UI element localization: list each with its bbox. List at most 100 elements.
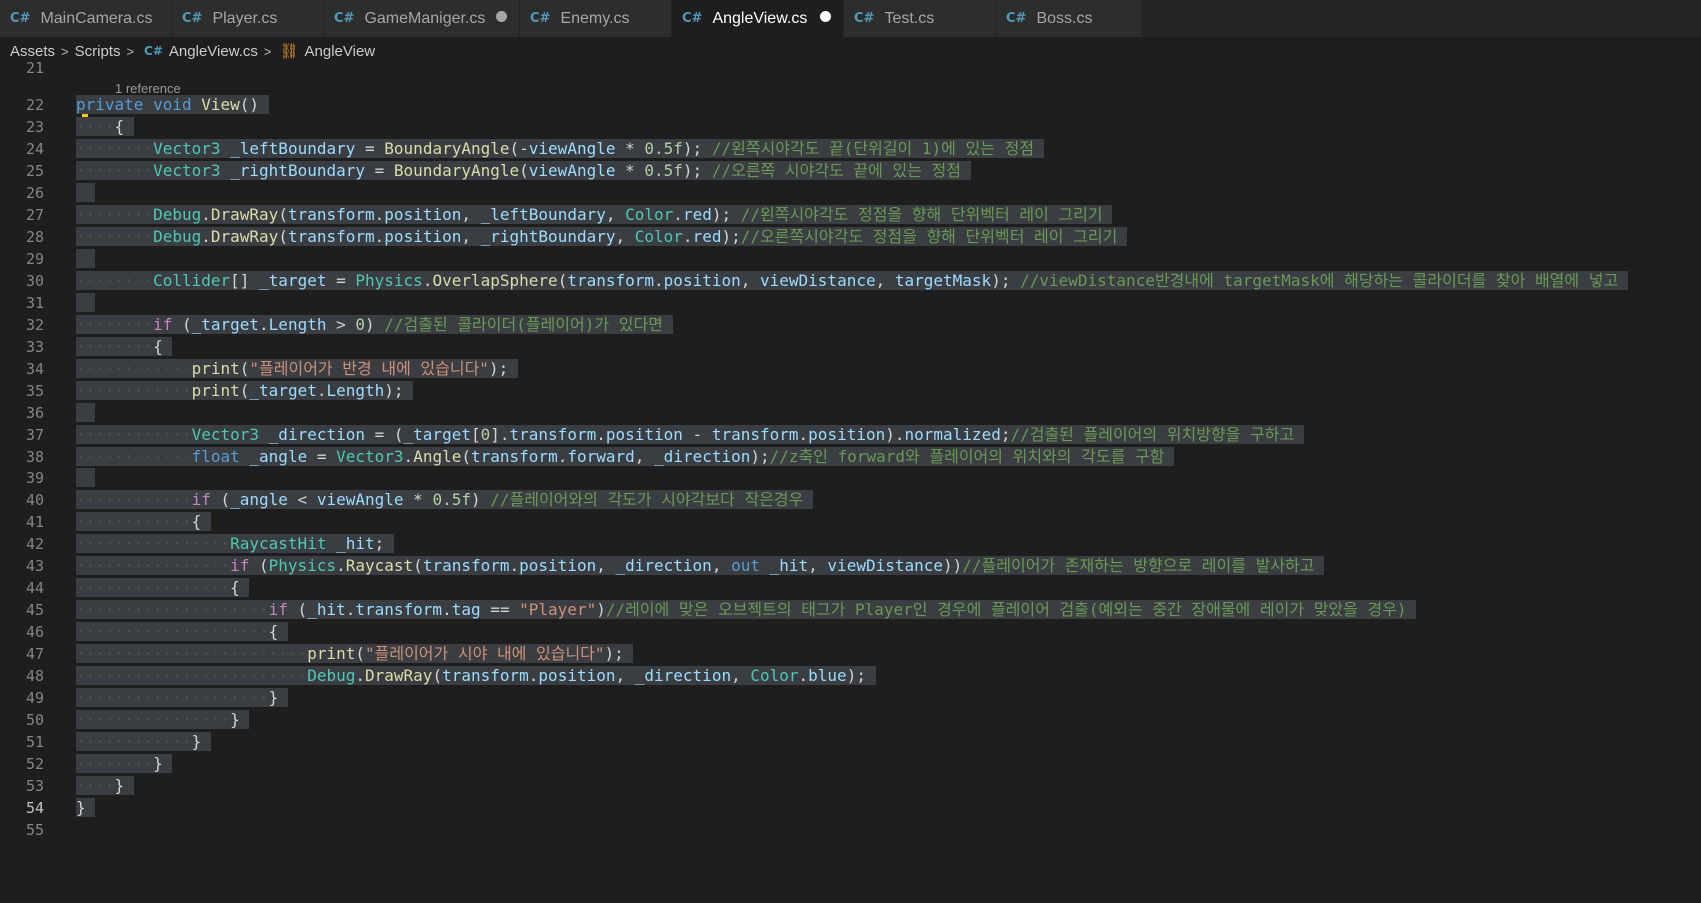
csharp-icon: C# [530, 11, 551, 26]
code-line[interactable]: ········Collider[] _target = Physics.Ove… [76, 270, 1628, 292]
line-number: 37 [25, 425, 44, 444]
line-number: 35 [25, 381, 44, 400]
code-line[interactable]: ····} [76, 775, 134, 797]
line-number: 49 [25, 689, 44, 708]
line-number: 42 [25, 535, 44, 554]
tab-label: Player.cs [212, 9, 278, 27]
code-line[interactable]: ················RaycastHit _hit; [76, 533, 394, 555]
code-line[interactable]: ········{ [76, 336, 173, 358]
line-number: 28 [25, 227, 44, 246]
code-line[interactable]: ························Debug.DrawRay(tr… [76, 665, 876, 687]
tab-test-cs[interactable]: C# Test.cs [844, 0, 996, 37]
line-number: 32 [25, 315, 44, 334]
line-number: 50 [25, 711, 44, 730]
tab-label: Boss.cs [1036, 9, 1093, 27]
csharp-icon: C# [182, 11, 203, 26]
tab-label: Enemy.cs [560, 9, 630, 27]
code-line[interactable]: ············{ [76, 511, 211, 533]
code-line[interactable]: ····················} [76, 687, 288, 709]
code-line[interactable]: ············if (_angle < viewAngle * 0.5… [76, 489, 813, 511]
code-line[interactable]: ········Debug.DrawRay(transform.position… [76, 226, 1127, 248]
chevron-right-icon: > [126, 43, 135, 59]
editor-tab-bar: C# MainCamera.cs C# Player.cs C# GameManiger.… [0, 0, 1701, 37]
line-number: 36 [25, 403, 44, 422]
line-number: 21 [25, 59, 44, 77]
code-line[interactable]: ········Vector3 _rightBoundary = Boundar… [76, 160, 971, 182]
line-number: 43 [25, 557, 44, 576]
class-icon: ⛓ [279, 43, 299, 60]
line-number: 33 [25, 337, 44, 356]
code-line[interactable]: ················{ [76, 577, 250, 599]
chevron-right-icon: > [61, 43, 69, 59]
unsaved-dot-icon[interactable] [820, 11, 831, 22]
csharp-icon: C# [854, 11, 875, 26]
code-line[interactable]: ············Vector3 _direction = (_targe… [76, 424, 1304, 446]
code-line[interactable]: ························print("플레이어가 시야 … [76, 643, 634, 665]
code-line[interactable]: ····················if (_hit.transform.t… [76, 599, 1417, 621]
code-line[interactable]: ················} [76, 709, 250, 731]
csharp-icon: C# [10, 11, 31, 26]
line-number: 44 [25, 579, 44, 598]
tab-angleview-cs[interactable]: C# AngleView.cs [672, 0, 844, 37]
line-number: 27 [25, 205, 44, 224]
line-number: 55 [25, 821, 44, 839]
code-line[interactable]: ····{ [76, 116, 134, 138]
chevron-right-icon: > [263, 43, 272, 59]
breadcrumb-class[interactable]: AngleView [305, 43, 376, 60]
tab-player-cs[interactable]: C# Player.cs [172, 0, 324, 37]
line-number: 38 [25, 447, 44, 466]
line-number: 52 [25, 755, 44, 774]
code-line[interactable]: ········if (_target.Length > 0) //검출된 콜라… [76, 314, 673, 336]
breadcrumb-scripts[interactable]: Scripts [75, 43, 121, 60]
code-line[interactable] [76, 248, 96, 270]
line-number: 46 [25, 623, 44, 642]
breadcrumb: Assets > Scripts > C# AngleView.cs > ⛓ A… [0, 37, 1701, 65]
tab-enemy-cs[interactable]: C# Enemy.cs [520, 0, 672, 37]
tab-label: Test.cs [884, 9, 935, 27]
csharp-icon: C# [682, 11, 703, 26]
unsaved-dot-icon[interactable] [496, 11, 507, 22]
line-number: 45 [25, 601, 44, 620]
code-line[interactable]: ············} [76, 731, 211, 753]
tab-gamemaniger-cs[interactable]: C# GameManiger.cs [324, 0, 520, 37]
code-line[interactable]: ········Vector3 _leftBoundary = Boundary… [76, 138, 1044, 160]
tab-label: AngleView.cs [712, 9, 808, 27]
csharp-icon: C# [1006, 11, 1027, 26]
line-number: 25 [25, 161, 44, 180]
code-line[interactable]: private void View() [76, 94, 269, 116]
code-line[interactable]: ············float _angle = Vector3.Angle… [76, 446, 1175, 468]
code-line[interactable]: ············print(_target.Length); [76, 380, 414, 402]
breadcrumb-file[interactable]: AngleView.cs [169, 43, 258, 60]
line-number: 34 [25, 359, 44, 378]
code-line[interactable]: } [76, 797, 96, 819]
code-line[interactable]: ············print("플레이어가 반경 내에 있습니다"); [76, 358, 518, 380]
line-number: 22 [25, 96, 44, 114]
code-line[interactable] [76, 182, 96, 204]
tab-boss-cs[interactable]: C# Boss.cs [996, 0, 1142, 37]
line-number: 29 [25, 249, 44, 268]
line-number: 26 [25, 183, 44, 202]
line-number: 48 [25, 667, 44, 686]
line-number: 23 [25, 117, 44, 136]
line-number: 53 [25, 777, 44, 796]
code-line[interactable]: ····················{ [76, 621, 288, 643]
line-number: 41 [25, 513, 44, 532]
line-number: 24 [25, 139, 44, 158]
tab-label: GameManiger.cs [364, 9, 486, 27]
line-number: 31 [25, 293, 44, 312]
code-line[interactable]: ················if (Physics.Raycast(tran… [76, 555, 1325, 577]
tab-label: MainCamera.cs [40, 9, 153, 27]
line-number: 47 [25, 645, 44, 664]
code-line[interactable]: ········} [76, 753, 173, 775]
code-line[interactable] [76, 402, 96, 424]
code-line[interactable] [76, 292, 96, 314]
csharp-icon: C# [144, 44, 163, 58]
tab-maincamera-cs[interactable]: C# MainCamera.cs [0, 0, 172, 37]
code-line[interactable] [76, 467, 96, 489]
line-number: 54 [25, 799, 44, 818]
line-number: 30 [25, 271, 44, 290]
code-line[interactable]: ········Debug.DrawRay(transform.position… [76, 204, 1113, 226]
line-number: 39 [25, 469, 44, 488]
line-number: 40 [25, 491, 44, 510]
csharp-icon: C# [334, 11, 355, 26]
